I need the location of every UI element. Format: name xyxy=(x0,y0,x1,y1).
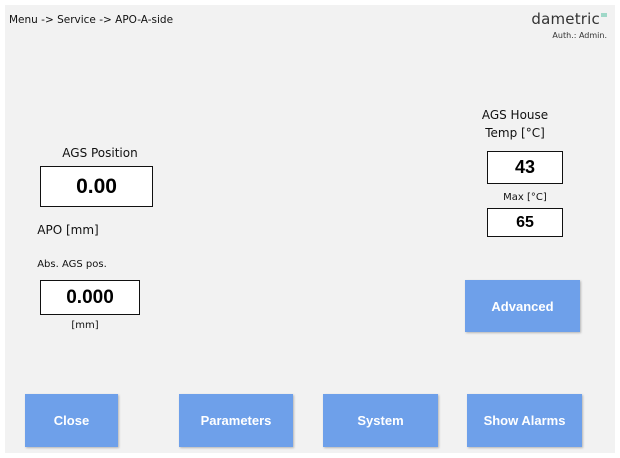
brand-block: dametric Auth.: Admin. xyxy=(531,9,607,40)
abs-unit-label: [mm] xyxy=(71,320,99,331)
close-button[interactable]: Close xyxy=(25,394,118,447)
max-temp-value: 65 xyxy=(487,208,563,237)
house-temp-title-line2: Temp [°C] xyxy=(485,126,545,140)
apo-unit-label: APO [mm] xyxy=(37,223,99,237)
brand-logo: dametric xyxy=(531,9,607,28)
service-screen: Menu -> Service -> APO-A-side dametric A… xyxy=(5,5,615,453)
house-temp-value: 43 xyxy=(487,151,563,184)
abs-ags-pos-title: Abs. AGS pos. xyxy=(37,259,107,270)
show-alarms-button[interactable]: Show Alarms xyxy=(467,394,582,447)
brand-name: dametric xyxy=(531,10,600,28)
ags-position-title: AGS Position xyxy=(62,146,138,160)
abs-ags-pos-value: 0.000 xyxy=(40,280,140,315)
parameters-button[interactable]: Parameters xyxy=(179,394,293,447)
brand-accent-mark xyxy=(601,13,607,17)
auth-level: Auth.: Admin. xyxy=(552,31,607,40)
ags-position-value: 0.00 xyxy=(40,166,153,207)
breadcrumb: Menu -> Service -> APO-A-side xyxy=(9,14,174,26)
max-temp-label: Max [°C] xyxy=(503,192,547,203)
house-temp-title-line1: AGS House xyxy=(481,108,549,122)
system-button[interactable]: System xyxy=(323,394,438,447)
advanced-button[interactable]: Advanced xyxy=(465,280,580,332)
